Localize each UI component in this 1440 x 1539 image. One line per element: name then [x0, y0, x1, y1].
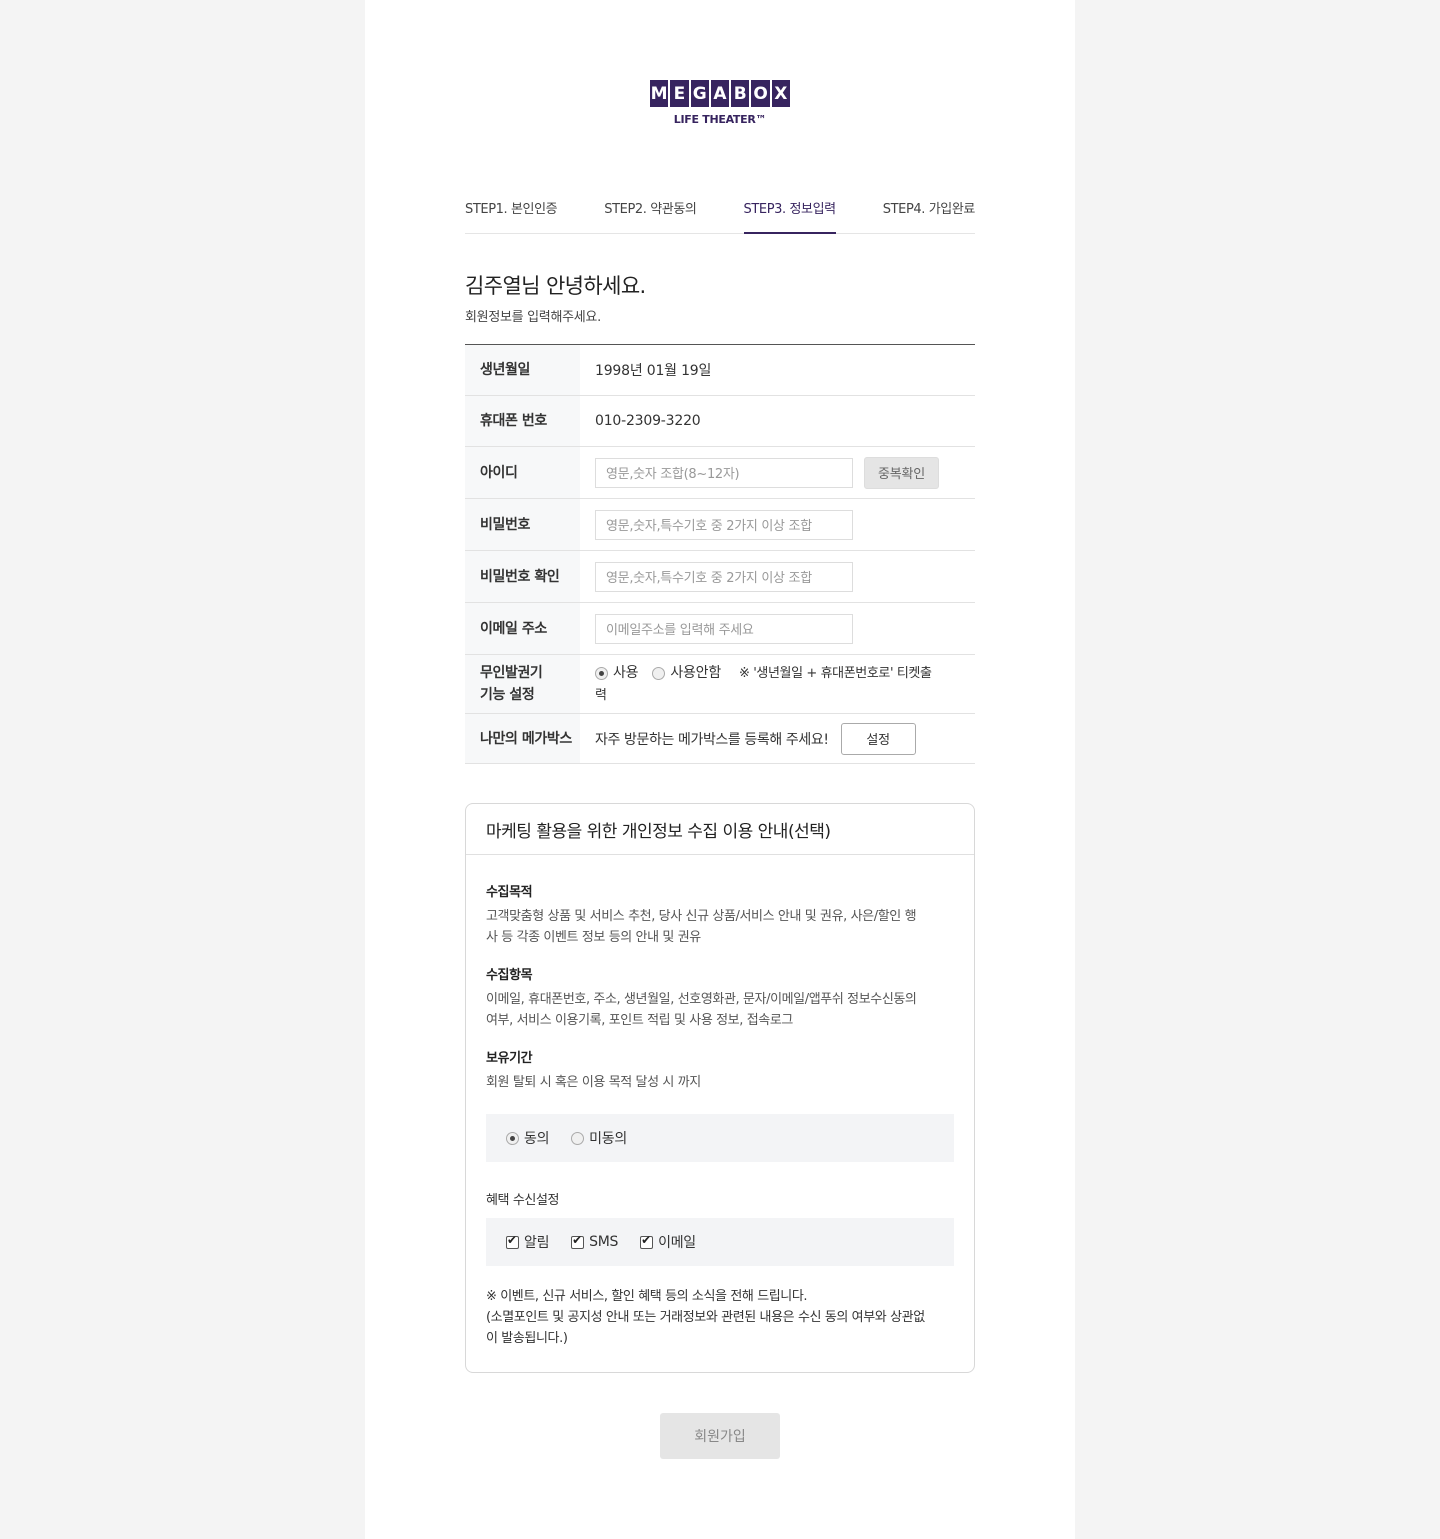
marketing-title: 마케팅 활용을 위한 개인정보 수집 이용 안내(선택)	[466, 804, 974, 855]
password-confirm-input[interactable]: 영문,숫자,특수기호 중 2가지 이상 조합	[595, 561, 853, 592]
form-row-kiosk: 무인발권기 기능 설정 사용 사용안함 ※ '생년월일 + 휴대폰번호로' 티켓…	[465, 655, 975, 714]
email-input[interactable]: 이메일주소를 입력해 주세요	[595, 613, 853, 644]
logo-letter: O	[751, 80, 770, 107]
signup-steps: STEP1. 본인인증 STEP2. 약관동의 STEP3. 정보입력 STEP…	[465, 185, 975, 234]
period-title: 보유기간	[486, 1051, 533, 1066]
form-row-my-megabox: 나만의 메가박스 자주 방문하는 메가박스를 등록해 주세요! 설정	[465, 714, 975, 764]
agree-option[interactable]: 동의	[506, 1128, 549, 1148]
password-label: 비밀번호	[465, 499, 580, 550]
birth-label: 생년월일	[465, 345, 580, 395]
id-label: 아이디	[465, 447, 580, 498]
step-3-active: STEP3. 정보입력	[743, 185, 836, 234]
purpose-title: 수집목적	[486, 885, 533, 900]
greeting-title: 김주열님 안녕하세요.	[465, 274, 646, 298]
channel-sms[interactable]: SMS	[571, 1233, 618, 1250]
step-2: STEP2. 약관동의	[604, 202, 697, 217]
checkbox-icon[interactable]	[640, 1233, 654, 1249]
channel-push[interactable]: 알림	[506, 1232, 549, 1252]
kiosk-label-line1: 무인발권기	[480, 665, 543, 681]
radio-icon[interactable]	[571, 1131, 585, 1145]
marketing-agree-choice: 동의 미동의	[486, 1114, 954, 1162]
logo-wordmark: M E G A B O X	[650, 80, 790, 107]
logo-letter: A	[710, 80, 730, 107]
id-input[interactable]: 영문,숫자 조합(8~12자)	[595, 457, 853, 488]
logo-letter: B	[731, 80, 750, 107]
signup-submit-button[interactable]: 회원가입	[660, 1413, 780, 1459]
step-1: STEP1. 본인인증	[465, 202, 558, 217]
disagree-option[interactable]: 미동의	[571, 1128, 627, 1148]
kiosk-label-line2: 기능 설정	[480, 687, 535, 703]
purpose-text: 고객맞춤형 상품 및 서비스 추천, 당사 신규 상품/서비스 안내 및 권유,…	[486, 909, 917, 945]
logo-letter: X	[771, 80, 790, 107]
logo-tagline: LIFE THEATER™	[673, 113, 767, 126]
birth-value: 1998년 01월 19일	[595, 363, 712, 379]
phone-label: 휴대폰 번호	[465, 396, 580, 446]
radio-icon[interactable]	[506, 1131, 519, 1145]
member-info-form: 생년월일 1998년 01월 19일 휴대폰 번호 010-2309-3220 …	[465, 344, 975, 764]
signup-page: M E G A B O X LIFE THEATER™ STEP1. 본인인증 …	[365, 0, 1075, 1539]
form-row-id: 아이디 영문,숫자 조합(8~12자) 중복확인	[465, 447, 975, 499]
items-title: 수집항목	[486, 968, 533, 983]
marketing-notice: ※ 이벤트, 신규 서비스, 할인 혜택 등의 소식을 전해 드립니다. (소멸…	[486, 1289, 925, 1346]
marketing-consent-box: 마케팅 활용을 위한 개인정보 수집 이용 안내(선택) 수집목적 고객맞춤형 …	[465, 803, 975, 1373]
step-4: STEP4. 가입완료	[882, 202, 976, 217]
kiosk-note: ※ '생년월일 + 휴대폰번호로' 티켓출	[738, 666, 932, 681]
form-row-phone: 휴대폰 번호 010-2309-3220	[465, 396, 975, 447]
kiosk-nouse-option[interactable]: 사용안함	[652, 665, 721, 681]
phone-value: 010-2309-3220	[595, 413, 701, 429]
form-row-birth: 생년월일 1998년 01월 19일	[465, 345, 975, 396]
radio-icon[interactable]	[595, 666, 608, 680]
items-text: 이메일, 휴대폰번호, 주소, 생년월일, 선호영화관, 문자/이메일/앱푸쉬 …	[486, 992, 917, 1028]
duplicate-check-button[interactable]: 중복확인	[864, 456, 939, 489]
kiosk-use-option[interactable]: 사용	[595, 665, 639, 681]
kiosk-note-cont: 력	[595, 688, 607, 703]
password-input[interactable]: 영문,숫자,특수기호 중 2가지 이상 조합	[595, 509, 853, 540]
greeting-subtitle: 회원정보를 입력해주세요.	[465, 310, 601, 325]
kiosk-label: 무인발권기 기능 설정	[465, 655, 580, 713]
form-row-email: 이메일 주소 이메일주소를 입력해 주세요	[465, 603, 975, 655]
checkbox-icon[interactable]	[506, 1233, 519, 1249]
megabox-logo[interactable]: M E G A B O X LIFE THEATER™	[650, 80, 790, 126]
logo-letter: E	[670, 80, 689, 107]
email-label: 이메일 주소	[465, 603, 580, 654]
logo-letter: M	[650, 80, 669, 107]
kiosk-options: 사용 사용안함 ※ '생년월일 + 휴대폰번호로' 티켓출 력	[580, 655, 975, 713]
password-confirm-label: 비밀번호 확인	[465, 551, 580, 602]
benefit-channels: 알림 SMS 이메일	[486, 1218, 954, 1266]
my-megabox-label: 나만의 메가박스	[465, 714, 580, 763]
logo-letter: G	[690, 80, 709, 107]
checkbox-icon[interactable]	[571, 1233, 585, 1249]
radio-icon[interactable]	[652, 666, 666, 680]
form-row-password: 비밀번호 영문,숫자,특수기호 중 2가지 이상 조합	[465, 499, 975, 551]
my-megabox-set-button[interactable]: 설정	[840, 722, 916, 755]
my-megabox-text: 자주 방문하는 메가박스를 등록해 주세요!	[595, 731, 829, 748]
period-text: 회원 탈퇴 시 혹은 이용 목적 달성 시 까지	[486, 1075, 701, 1090]
channel-email[interactable]: 이메일	[640, 1232, 696, 1252]
form-row-password-confirm: 비밀번호 확인 영문,숫자,특수기호 중 2가지 이상 조합	[465, 551, 975, 603]
benefit-title: 혜택 수신설정	[486, 1193, 560, 1208]
